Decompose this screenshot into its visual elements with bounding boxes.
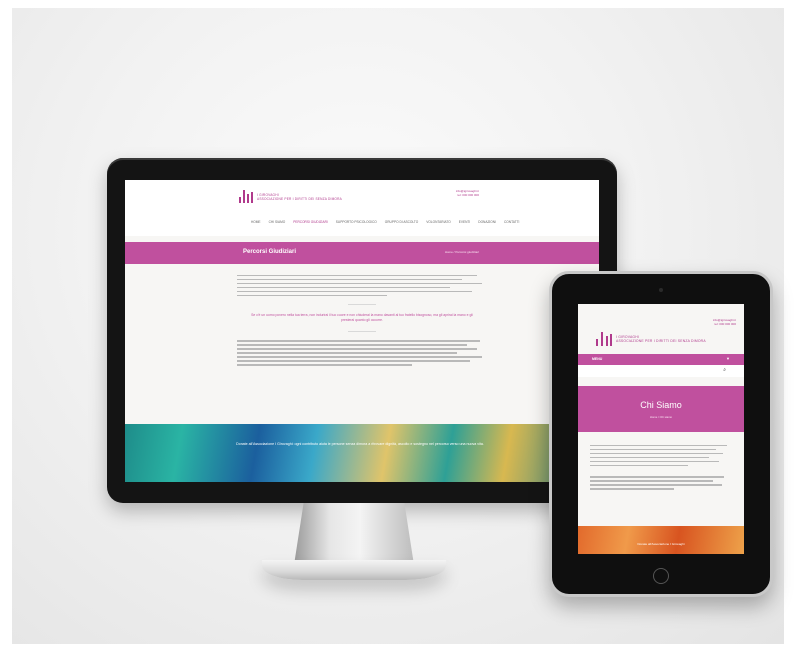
text-line [590, 476, 725, 478]
tablet-contact-phone: tel: 000 000 000 [714, 322, 736, 326]
text-line [590, 464, 688, 466]
header-contact: info@igirovaghi.it tel: 000 000 000 [456, 189, 479, 197]
divider [348, 304, 376, 305]
logo-subtitle: ASSOCIAZIONE PER I DIRITTI DEI SENZA DIM… [257, 196, 342, 201]
tablet-logo-text: I GIROVAGHI ASSOCIAZIONE PER I DIRITTI D… [616, 335, 706, 343]
footer-watercolor-band [125, 424, 599, 482]
footer-text: Donate all'Associazione I Girovaghi: ogn… [236, 442, 484, 446]
tablet-footer-band [578, 526, 744, 554]
main-nav: Home Chi siamo Percorsi giudiziari Suppo… [251, 220, 519, 224]
tablet-footer-text: Donate all'Associazione I Girovaghi [637, 542, 685, 546]
tablet-page-title: Chi Siamo [640, 400, 682, 410]
tablet-page-content [590, 442, 730, 492]
text-line [237, 340, 480, 342]
text-line [590, 452, 723, 454]
home-button[interactable] [653, 568, 669, 584]
tablet-logo-subtitle: ASSOCIAZIONE PER I DIRITTI DEI SENZA DIM… [616, 339, 706, 343]
text-line [237, 286, 450, 288]
divider [348, 331, 376, 332]
tablet-page-banner: Chi Siamo Home / Chi siamo [578, 386, 744, 432]
mockup-background: I GIROVAGHI ASSOCIAZIONE PER I DIRITTI D… [12, 8, 784, 644]
breadcrumb[interactable]: Home / Percorsi giudiziari [445, 250, 479, 254]
desktop-monitor: I GIROVAGHI ASSOCIAZIONE PER I DIRITTI D… [107, 158, 617, 503]
tablet-subbar: ⌕ [578, 365, 744, 377]
text-line [237, 364, 412, 366]
desktop-website: I GIROVAGHI ASSOCIAZIONE PER I DIRITTI D… [125, 180, 599, 482]
nav-item-percorsi[interactable]: Percorsi giudiziari [293, 220, 328, 224]
nav-item-donazioni[interactable]: Donazioni [478, 220, 496, 224]
text-line [237, 278, 462, 280]
text-line [590, 484, 722, 486]
text-line [237, 294, 387, 296]
text-line [590, 488, 674, 490]
text-line [237, 352, 457, 354]
text-line [590, 480, 714, 482]
text-line [237, 356, 482, 358]
monitor-stand-base [262, 560, 446, 580]
page-content: Se c'è un uomo povero nella tua terra, n… [237, 272, 487, 368]
tablet-website: info@igirovaghi.it tel: 000 000 000 I GI… [578, 304, 744, 554]
camera-icon [659, 288, 663, 292]
text-line [237, 274, 477, 276]
text-line [237, 344, 467, 346]
page-banner: Percorsi Giudiziari Home / Percorsi giud… [125, 242, 599, 264]
logo-icon [239, 190, 253, 203]
contact-phone: tel: 000 000 000 [457, 193, 479, 197]
text-line [237, 290, 472, 292]
text-line [590, 456, 709, 458]
text-line [237, 282, 482, 284]
tablet-breadcrumb[interactable]: Home / Chi siamo [578, 415, 744, 419]
menu-label: MENU [592, 357, 603, 361]
tablet-device: info@igirovaghi.it tel: 000 000 000 I GI… [549, 271, 773, 597]
tablet-menu-bar[interactable]: MENU ▼ [578, 354, 744, 365]
search-icon[interactable]: ⌕ [723, 367, 726, 373]
site-header: I GIROVAGHI ASSOCIAZIONE PER I DIRITTI D… [125, 180, 599, 236]
nav-item-chi-siamo[interactable]: Chi siamo [269, 220, 286, 224]
text-line [237, 360, 470, 362]
nav-item-volontariato[interactable]: Volontariato [426, 220, 450, 224]
nav-item-eventi[interactable]: Eventi [459, 220, 471, 224]
nav-item-supporto[interactable]: Supporto psicologico [336, 220, 377, 224]
text-line [590, 460, 719, 462]
logo-icon [596, 332, 612, 346]
text-line [590, 444, 728, 446]
text-line [237, 348, 477, 350]
site-logo[interactable]: I GIROVAGHI ASSOCIAZIONE PER I DIRITTI D… [239, 190, 342, 203]
page-title: Percorsi Giudiziari [243, 249, 297, 255]
nav-item-home[interactable]: Home [251, 220, 261, 224]
tablet-site-logo[interactable]: I GIROVAGHI ASSOCIAZIONE PER I DIRITTI D… [596, 332, 706, 346]
text-line [590, 448, 716, 450]
monitor-stand [294, 503, 414, 565]
chevron-down-icon[interactable]: ▼ [726, 356, 730, 361]
tablet-header-contact: info@igirovaghi.it tel: 000 000 000 [713, 318, 736, 326]
page-quote: Se c'è un uomo povero nella tua terra, n… [251, 313, 473, 322]
logo-text: I GIROVAGHI ASSOCIAZIONE PER I DIRITTI D… [257, 193, 342, 201]
nav-item-contatti[interactable]: Contatti [504, 220, 519, 224]
nav-item-ascolto[interactable]: Gruppo di ascolto [385, 220, 419, 224]
